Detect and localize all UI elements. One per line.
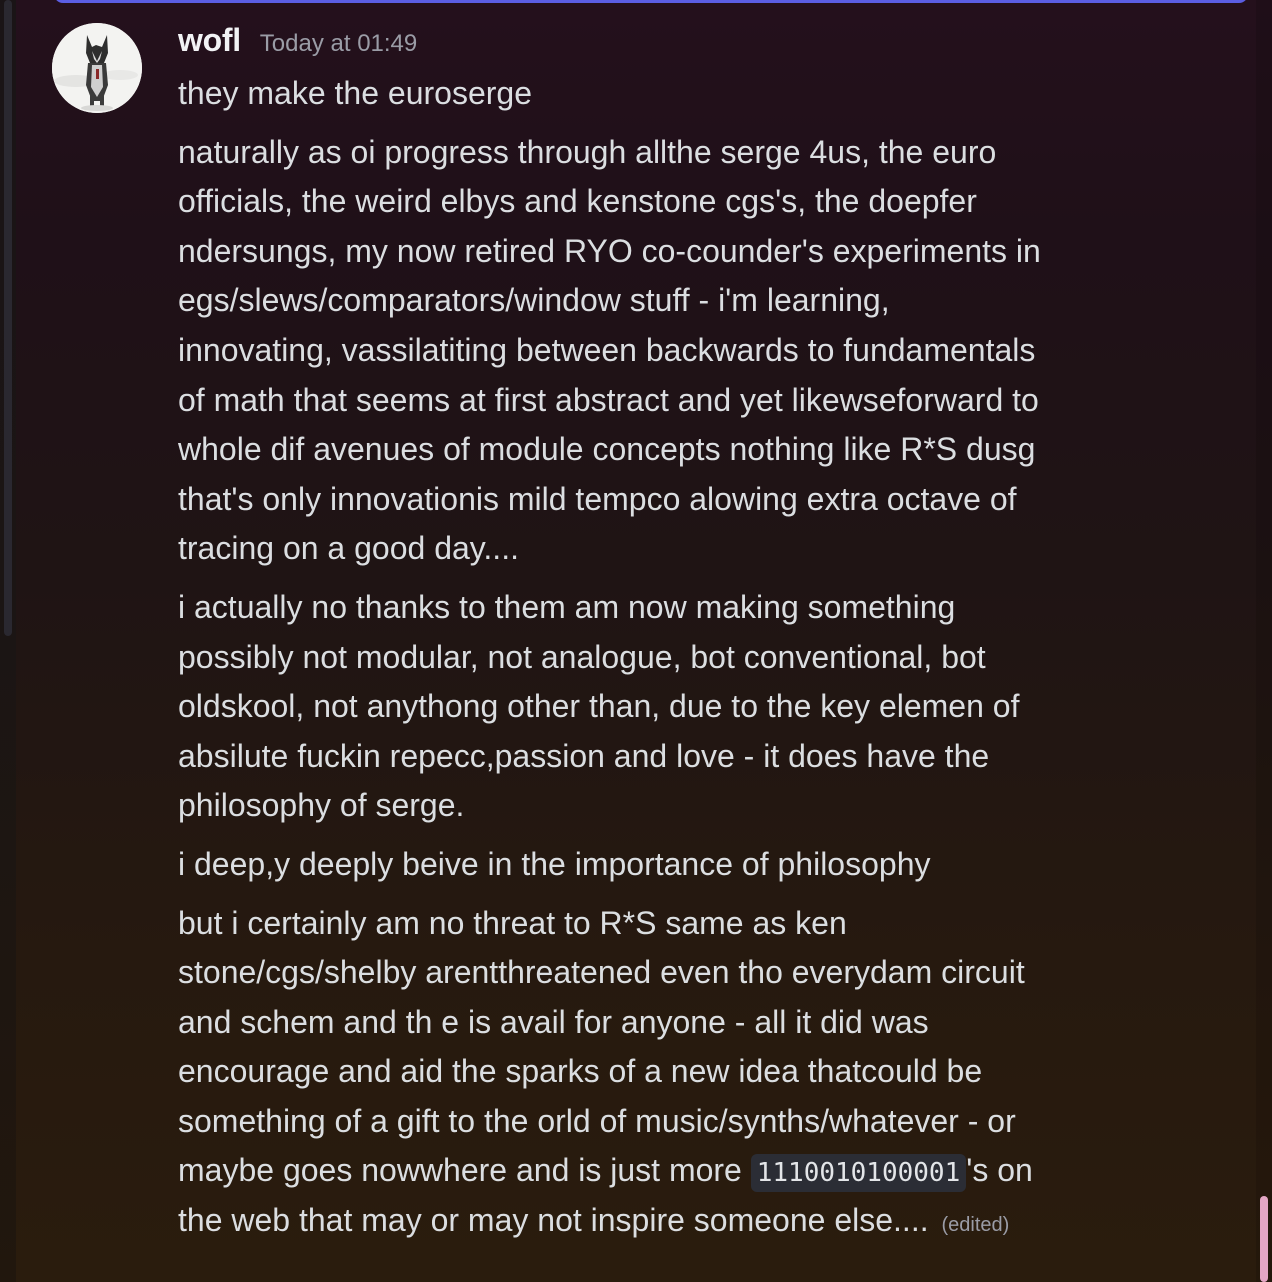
channel-sidebar-edge xyxy=(0,0,16,1282)
message-line: innovating, vassilatiting between backwa… xyxy=(178,331,1036,368)
message-timestamp[interactable]: Today at 01:49 xyxy=(260,30,417,58)
message-line: egs/slews/comparators/window stuff - i'm… xyxy=(178,282,890,319)
edited-indicator[interactable]: (edited) xyxy=(941,1214,1009,1236)
message-line: officials, the weird elbys and kenstone … xyxy=(178,183,977,220)
chat-message: wofl Today at 01:49 they make the eurose… xyxy=(178,22,1178,1246)
husky-dog-avatar-icon xyxy=(52,23,142,113)
message-line: encourage and aid the sparks of a new id… xyxy=(178,1053,983,1090)
message-text: the web that may or may not inspire some… xyxy=(178,1202,929,1239)
message-line: naturally as oi progress through allthe … xyxy=(178,133,997,170)
chat-scrollbar-track[interactable] xyxy=(1256,0,1272,1282)
message-line: stone/cgs/shelby arentthreatened even th… xyxy=(178,954,1025,991)
message-line: possibly not modular, not analogue, bot … xyxy=(178,638,986,675)
message-line: i actually no thanks to them am now maki… xyxy=(178,588,956,625)
message-line: whole dif avenues of module concepts not… xyxy=(178,431,1036,468)
new-messages-bar[interactable] xyxy=(54,0,1248,3)
message-paragraph: i deep,y deeply beive in the importance … xyxy=(178,840,1178,890)
chat-scrollbar-thumb[interactable] xyxy=(1260,1196,1268,1282)
message-line-with-code: maybe goes nowwhere and is just more 111… xyxy=(178,1146,1178,1196)
message-paragraph: i actually no thanks to them am now maki… xyxy=(178,583,1178,831)
message-line: oldskool, not anythong other than, due t… xyxy=(178,688,1020,725)
message-line: they make the euroserge xyxy=(178,75,532,111)
message-line: ndersungs, my now retired RYO co-counder… xyxy=(178,232,1041,269)
message-paragraph: naturally as oi progress through allthe … xyxy=(178,128,1178,574)
message-line: i deep,y deeply beive in the importance … xyxy=(178,845,931,882)
username[interactable]: wofl xyxy=(178,22,241,59)
sidebar-scrollbar[interactable] xyxy=(4,0,12,636)
message-line: tracing on a good day.... xyxy=(178,530,519,567)
message-text: maybe goes nowwhere and is just more xyxy=(178,1152,751,1189)
message-line: that's only innovationis mild tempco alo… xyxy=(178,480,1017,517)
message-line: of math that seems at first abstract and… xyxy=(178,381,1039,418)
message-paragraph: but i certainly am no threat to R*S same… xyxy=(178,899,1178,1246)
message-text: 's on xyxy=(966,1152,1033,1189)
message-line: but i certainly am no threat to R*S same… xyxy=(178,904,847,941)
avatar[interactable] xyxy=(52,23,142,113)
inline-code: 1110010100001 xyxy=(750,1154,967,1193)
message-line: absilute fuckin repecc,passion and love … xyxy=(178,737,990,774)
message-header: wofl Today at 01:49 xyxy=(178,22,1178,66)
message-line: and schem and th e is avail for anyone -… xyxy=(178,1003,929,1040)
message-paragraph: they make the euroserge xyxy=(178,69,1178,119)
message-line: something of a gift to the orld of music… xyxy=(178,1102,1016,1139)
message-line: the web that may or may not inspire some… xyxy=(178,1196,1178,1246)
message-line: philosophy of serge. xyxy=(178,787,465,824)
